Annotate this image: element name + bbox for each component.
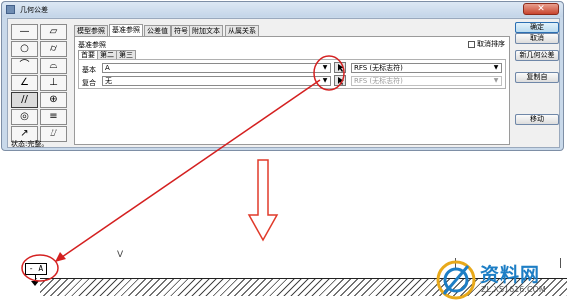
red-pointer-arrow: [61, 79, 321, 258]
watermark-url: ZL.XS1616.COM: [481, 285, 546, 294]
watermark-text: 资料网: [480, 264, 541, 286]
highlight-circle: [313, 55, 345, 91]
down-arrow-icon: [247, 159, 279, 242]
watermark-logo-icon: [436, 260, 476, 300]
highlight-circle: [21, 254, 59, 282]
watermark: 资料网 ZL.XS1616.COM: [433, 258, 567, 303]
arrow-head-icon: [55, 252, 66, 262]
